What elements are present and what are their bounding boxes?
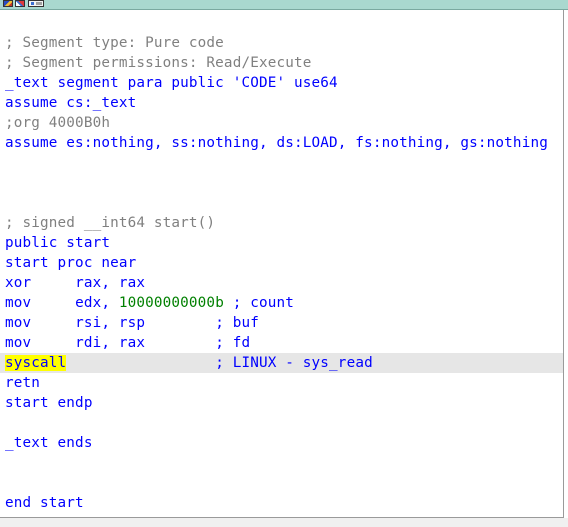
segment-type-comment: ; Segment type: Pure code — [5, 35, 224, 51]
proc-start-line[interactable]: start proc near — [5, 253, 563, 273]
disassembly-listing: ; Segment type: Pure code ; Segment perm… — [0, 33, 563, 513]
segment-declaration[interactable]: _text segment para public 'CODE' use64 — [5, 73, 563, 93]
org-comment: ;org 4000B0h — [5, 115, 111, 131]
mnemonic: mov — [5, 295, 76, 311]
mnemonic: xor — [5, 275, 76, 291]
highlighted-mnemonic[interactable]: syscall — [5, 355, 67, 371]
mnemonic: mov — [5, 315, 76, 331]
inline-comment: ; LINUX - sys_read — [215, 355, 373, 371]
segment-permissions-comment: ; Segment permissions: Read/Execute — [5, 55, 312, 71]
instruction-row[interactable]: xor rax, rax — [5, 273, 563, 293]
mnemonic: mov — [5, 335, 76, 351]
function-signature-comment: ; signed __int64 start() — [5, 215, 216, 231]
edit-icon[interactable] — [15, 0, 25, 7]
assume-segments-line[interactable]: assume es:nothing, ss:nothing, ds:LOAD, … — [5, 133, 563, 153]
assume-cs-line[interactable]: assume cs:_text — [5, 93, 563, 113]
inline-comment: ; fd — [215, 335, 251, 351]
proc-end-line[interactable]: start endp — [5, 393, 563, 413]
disassembly-view[interactable]: ; Segment type: Pure code ; Segment perm… — [0, 10, 564, 518]
operands: rdi, rax — [75, 335, 216, 351]
inline-comment: ; buf — [215, 315, 259, 331]
mnemonic: retn — [5, 375, 41, 391]
graph-view-icon[interactable] — [3, 0, 13, 7]
segment-end-line[interactable]: _text ends — [5, 433, 563, 453]
current-instruction-row[interactable]: syscall ; LINUX - sys_read — [0, 353, 563, 373]
inline-comment: ; count — [223, 295, 295, 311]
window-titlebar — [0, 0, 568, 10]
instruction-row[interactable]: mov edx, 10000000000b ; count — [5, 293, 563, 313]
spacing — [66, 355, 215, 371]
instruction-row[interactable]: mov rsi, rsp ; buf — [5, 313, 563, 333]
operands: rax, rax — [75, 275, 146, 291]
end-start-line[interactable]: end start — [5, 493, 563, 513]
instruction-row[interactable]: mov rdi, rax ; fd — [5, 333, 563, 353]
status-strip — [0, 518, 568, 527]
operands: rsi, rsp — [75, 315, 216, 331]
hex-view-icon[interactable] — [28, 0, 44, 7]
public-start-line[interactable]: public start — [5, 233, 563, 253]
operands: edx, — [75, 295, 119, 311]
binary-constant: 10000000000b — [118, 295, 224, 311]
instruction-row[interactable]: retn — [5, 373, 563, 393]
